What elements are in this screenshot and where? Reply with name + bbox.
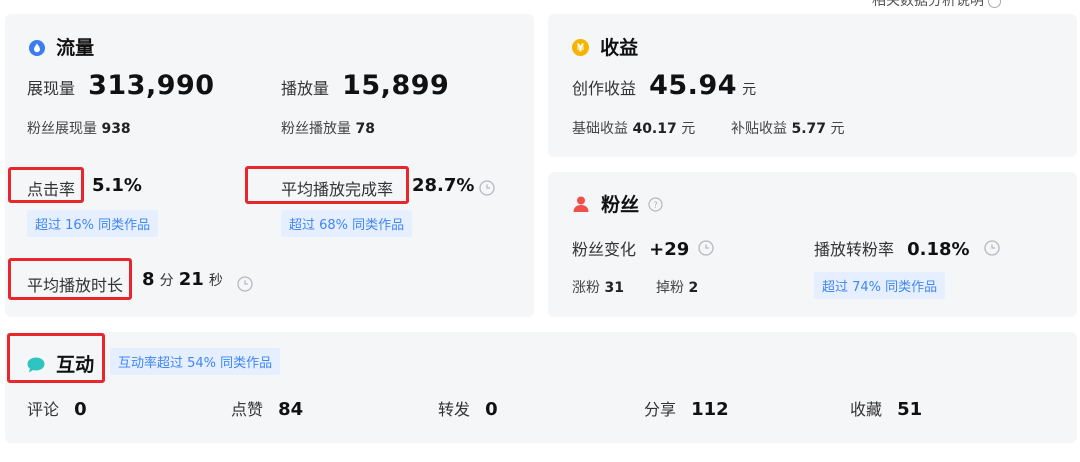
- ctr-tag: 超过 16% 同类作品: [27, 210, 159, 237]
- data-explanation-link[interactable]: 相关数据分析说明: [872, 0, 1002, 10]
- base-income-label: 基础收益: [572, 121, 628, 137]
- data-explanation-text: 相关数据分析说明: [872, 0, 984, 9]
- likes-label: 点赞: [231, 400, 264, 419]
- duration-minutes-unit: 分: [159, 273, 174, 289]
- impressions-metric: 展现量 313,990: [27, 70, 215, 101]
- svg-text:?: ?: [653, 201, 658, 211]
- plays-metric: 播放量 15,899: [281, 70, 449, 101]
- drop-icon: [29, 40, 45, 56]
- impressions-value: 313,990: [88, 70, 215, 101]
- favorites-value: 51: [897, 399, 923, 420]
- clock-icon[interactable]: [698, 240, 714, 256]
- income-title: ¥ 收益: [572, 33, 638, 60]
- fan-loss-label: 掉粉: [656, 280, 684, 296]
- creation-income: 创作收益 45.94 元: [572, 70, 756, 101]
- fan-loss-value: 2: [688, 280, 699, 296]
- ctr-value: 5.1%: [92, 175, 142, 196]
- interaction-comments: 评论 0: [27, 396, 87, 420]
- flow-title-text: 流量: [56, 37, 95, 59]
- fan-plays-label: 粉丝播放量: [281, 121, 351, 137]
- clock-icon[interactable]: [479, 180, 495, 196]
- plays-label: 播放量: [281, 79, 330, 98]
- flow-title: 流量: [29, 33, 94, 60]
- conversion-rate: 播放转粉率 0.18%: [814, 236, 970, 260]
- fan-impressions-value: 938: [101, 121, 131, 137]
- fan-change-value: +29: [649, 239, 690, 260]
- comments-label: 评论: [27, 400, 60, 419]
- interaction-highlight: [7, 333, 105, 383]
- fan-impressions-label: 粉丝展现量: [27, 121, 97, 137]
- ctr-highlight: [8, 167, 84, 203]
- base-income-value: 40.17: [632, 121, 677, 137]
- likes-value: 84: [278, 399, 304, 420]
- subsidy-income-unit: 元: [830, 121, 845, 137]
- help-icon: [988, 0, 1002, 8]
- conversion-tag: 超过 74% 同类作品: [814, 272, 946, 299]
- income-title-text: 收益: [600, 37, 639, 59]
- fan-gain: 涨粉 31: [572, 277, 624, 297]
- completion-value: 28.7%: [412, 175, 475, 196]
- fan-gain-label: 涨粉: [572, 280, 600, 296]
- coin-icon: ¥: [572, 39, 589, 56]
- impressions-label: 展现量: [27, 79, 76, 98]
- question-icon[interactable]: ?: [648, 197, 663, 212]
- forwards-value: 0: [485, 399, 498, 420]
- subsidy-income: 补贴收益 5.77 元: [731, 118, 844, 138]
- creation-income-unit: 元: [742, 82, 757, 98]
- clock-icon[interactable]: [984, 240, 1000, 256]
- fans-title: 粉丝 ?: [572, 190, 663, 217]
- svg-text:¥: ¥: [577, 42, 585, 55]
- forwards-label: 转发: [438, 400, 471, 419]
- duration-value: 8 分 21 秒: [142, 269, 223, 290]
- fan-plays: 粉丝播放量 78: [281, 118, 375, 138]
- user-icon: [573, 196, 589, 212]
- interaction-forwards: 转发 0: [438, 396, 498, 420]
- creation-income-value: 45.94: [649, 70, 738, 101]
- shares-label: 分享: [644, 400, 677, 419]
- interaction-favorites: 收藏 51: [850, 396, 922, 420]
- clock-icon[interactable]: [237, 276, 253, 292]
- fan-change: 粉丝变化 +29: [572, 236, 689, 260]
- favorites-label: 收藏: [850, 400, 883, 419]
- duration-seconds: 21: [178, 269, 204, 290]
- interaction-likes: 点赞 84: [231, 396, 303, 420]
- interaction-tag: 互动率超过 54% 同类作品: [110, 348, 281, 375]
- fan-gain-value: 31: [604, 280, 624, 296]
- base-income-unit: 元: [681, 121, 696, 137]
- completion-tag: 超过 68% 同类作品: [281, 210, 413, 237]
- duration-seconds-unit: 秒: [208, 273, 223, 289]
- comments-value: 0: [74, 399, 87, 420]
- duration-minutes: 8: [142, 269, 155, 290]
- fans-title-text: 粉丝: [601, 194, 640, 216]
- subsidy-income-value: 5.77: [791, 121, 826, 137]
- fan-change-label: 粉丝变化: [572, 240, 637, 259]
- base-income: 基础收益 40.17 元: [572, 118, 695, 138]
- conversion-value: 0.18%: [907, 239, 970, 260]
- subsidy-income-label: 补贴收益: [731, 121, 787, 137]
- duration-highlight: [8, 258, 132, 300]
- completion-highlight: [245, 166, 409, 204]
- creation-income-label: 创作收益: [572, 79, 637, 98]
- fan-plays-value: 78: [355, 121, 375, 137]
- conversion-label: 播放转粉率: [814, 240, 895, 259]
- interaction-shares: 分享 112: [644, 396, 729, 420]
- plays-value: 15,899: [342, 70, 450, 101]
- shares-value: 112: [691, 399, 729, 420]
- fan-loss: 掉粉 2: [656, 277, 698, 297]
- fan-impressions: 粉丝展现量 938: [27, 118, 131, 138]
